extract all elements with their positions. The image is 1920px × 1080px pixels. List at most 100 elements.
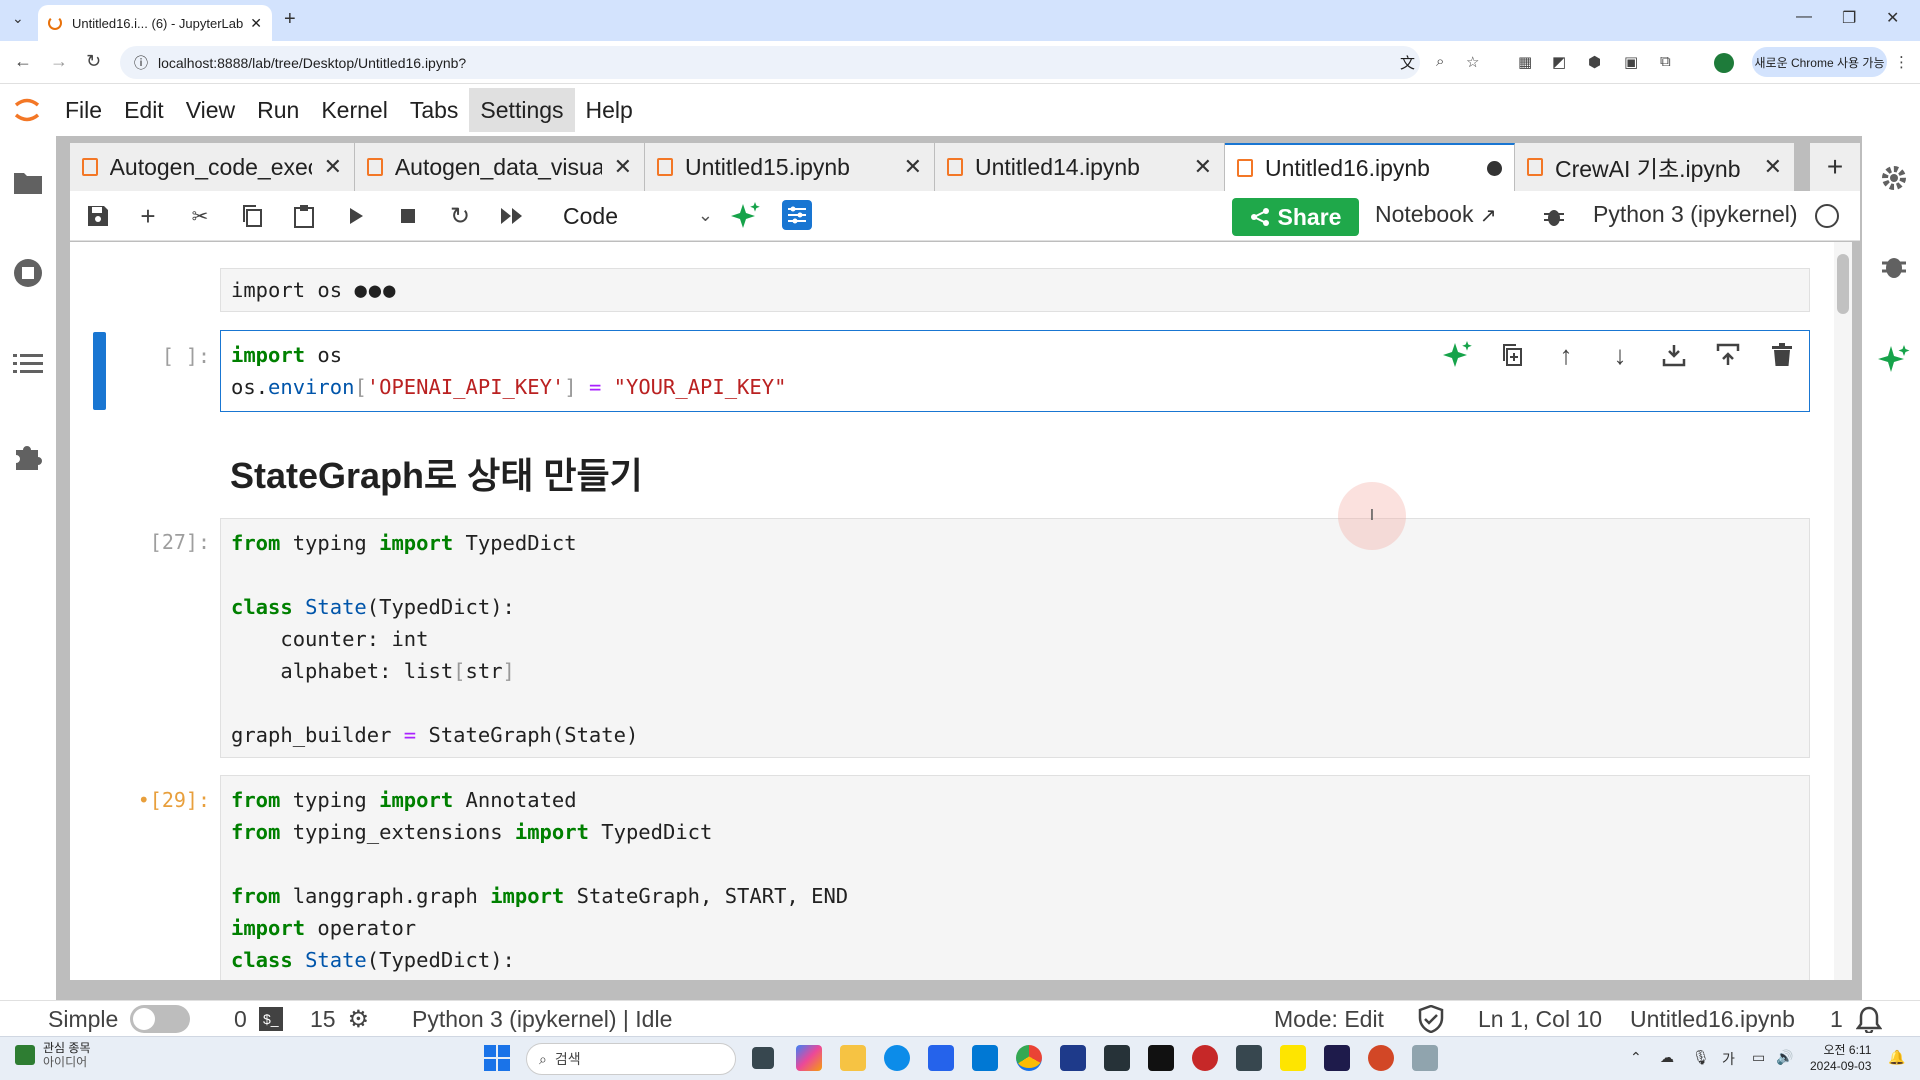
kernel-name[interactable]: Python 3 (ipykernel) bbox=[1593, 201, 1798, 228]
extension-icon[interactable]: ▦ bbox=[1518, 53, 1532, 71]
menu-tabs[interactable]: Tabs bbox=[399, 88, 470, 132]
extensions-puzzle-icon[interactable]: ⧉ bbox=[1660, 53, 1671, 70]
zoom-icon[interactable]: ⌕ bbox=[1436, 53, 1444, 70]
bell-icon[interactable] bbox=[1856, 1001, 1882, 1037]
cmd-icon[interactable] bbox=[1148, 1045, 1174, 1071]
extension-icon[interactable]: ◩ bbox=[1552, 53, 1566, 71]
minimize-icon[interactable]: — bbox=[1796, 8, 1812, 26]
extension-icon[interactable]: ⬢ bbox=[1588, 53, 1601, 71]
doc-tab-active[interactable]: Untitled16.ipynb bbox=[1225, 143, 1515, 191]
notification-bell-icon[interactable]: 🔔 bbox=[1888, 1049, 1905, 1066]
cell-type-dropdown[interactable]: Code ⌄ bbox=[563, 199, 713, 233]
notebook-scrollbar[interactable] bbox=[1834, 242, 1852, 980]
insert-below-icon[interactable] bbox=[1656, 337, 1692, 373]
delete-cell-icon[interactable] bbox=[1764, 337, 1800, 373]
cut-icon[interactable]: ✂ bbox=[184, 200, 216, 232]
run-all-icon[interactable] bbox=[496, 200, 528, 232]
task-view-icon[interactable] bbox=[752, 1047, 774, 1069]
close-icon[interactable]: ✕ bbox=[1194, 154, 1212, 180]
translate-icon[interactable]: 文 bbox=[1400, 52, 1415, 73]
close-tab-icon[interactable]: ✕ bbox=[250, 15, 262, 32]
move-down-icon[interactable]: ↓ bbox=[1602, 337, 1638, 373]
terminal-app-icon[interactable] bbox=[1104, 1045, 1130, 1071]
powerpoint-icon[interactable] bbox=[1368, 1045, 1394, 1071]
property-inspector-icon[interactable] bbox=[1876, 160, 1912, 196]
terminals-indicator[interactable]: 0 $_ bbox=[234, 1001, 283, 1037]
menu-help[interactable]: Help bbox=[575, 88, 644, 132]
add-cell-icon[interactable]: + bbox=[132, 200, 164, 232]
store-icon[interactable] bbox=[928, 1045, 954, 1071]
code-cell-29[interactable]: from typing import Annotated from typing… bbox=[220, 775, 1810, 980]
menu-view[interactable]: View bbox=[175, 88, 246, 132]
file-browser-icon[interactable] bbox=[10, 164, 46, 200]
premiere-icon[interactable] bbox=[1324, 1045, 1350, 1071]
app-icon[interactable] bbox=[1412, 1045, 1438, 1071]
close-icon[interactable]: ✕ bbox=[1764, 154, 1782, 180]
file-explorer-icon[interactable] bbox=[840, 1045, 866, 1071]
back-icon[interactable]: ← bbox=[14, 51, 32, 72]
kernel-status[interactable]: Python 3 (ipykernel) | Idle bbox=[412, 1001, 672, 1037]
new-launcher-button[interactable]: + bbox=[1810, 143, 1860, 191]
extension-icon[interactable]: ▣ bbox=[1624, 53, 1638, 71]
network-icon[interactable]: ▭ bbox=[1752, 1049, 1765, 1066]
profile-avatar[interactable] bbox=[1714, 53, 1734, 73]
move-up-icon[interactable]: ↑ bbox=[1548, 337, 1584, 373]
app-icon[interactable] bbox=[1060, 1045, 1086, 1071]
notification-count[interactable]: 1 bbox=[1830, 1001, 1843, 1037]
vscode-icon[interactable] bbox=[972, 1045, 998, 1071]
code-cell-27[interactable]: from typing import TypedDict class State… bbox=[220, 518, 1810, 758]
chrome-icon[interactable] bbox=[1016, 1045, 1042, 1071]
new-tab-icon[interactable]: + bbox=[284, 8, 296, 31]
interrupt-kernel-icon[interactable] bbox=[392, 200, 424, 232]
share-button[interactable]: Share bbox=[1232, 198, 1359, 236]
volume-icon[interactable]: 🔊 bbox=[1776, 1049, 1793, 1066]
menu-settings[interactable]: Settings bbox=[469, 88, 575, 132]
stock-widget[interactable]: 관심 종목 아이디어 bbox=[15, 1041, 91, 1069]
variable-inspector-icon[interactable] bbox=[782, 200, 812, 230]
debugger-icon[interactable] bbox=[1876, 248, 1912, 284]
trusted-shield-icon[interactable] bbox=[1418, 1001, 1444, 1037]
insert-above-icon[interactable] bbox=[1710, 337, 1746, 373]
system-clock[interactable]: 오전 6:11 2024-09-03 bbox=[1810, 1042, 1871, 1074]
kakaotalk-icon[interactable] bbox=[1280, 1045, 1306, 1071]
close-icon[interactable]: ✕ bbox=[324, 154, 342, 180]
doc-tab[interactable]: Untitled15.ipynb ✕ bbox=[645, 143, 935, 191]
debugger-toggle-icon[interactable] bbox=[1538, 200, 1570, 232]
browser-tab[interactable]: Untitled16.i... (6) - JupyterLab ✕ bbox=[38, 5, 272, 41]
running-sessions-icon[interactable] bbox=[10, 255, 46, 291]
copy-icon[interactable] bbox=[236, 200, 268, 232]
close-window-icon[interactable]: ✕ bbox=[1886, 8, 1899, 28]
doc-tab[interactable]: Autogen_code_exec ✕ bbox=[70, 143, 355, 191]
forward-icon[interactable]: → bbox=[50, 51, 68, 72]
menu-kernel[interactable]: Kernel bbox=[310, 88, 398, 132]
doc-tab[interactable]: Untitled14.ipynb ✕ bbox=[935, 143, 1225, 191]
open-notebook-button[interactable]: Notebook ↗ bbox=[1375, 201, 1497, 228]
run-cell-icon[interactable] bbox=[340, 200, 372, 232]
ai-sparkle-icon[interactable] bbox=[1440, 337, 1476, 373]
chrome-update-button[interactable]: 새로운 Chrome 사용 가능 bbox=[1752, 47, 1887, 77]
microphone-icon[interactable]: 🎙 bbox=[1692, 1049, 1710, 1066]
doc-tab[interactable]: Autogen_data_visua ✕ bbox=[355, 143, 645, 191]
kernels-indicator[interactable]: 15 ⚙ bbox=[310, 1001, 369, 1037]
doc-tab[interactable]: CrewAI 기초.ipynb ✕ bbox=[1515, 143, 1795, 191]
ai-sparkle-icon[interactable] bbox=[730, 200, 762, 232]
restore-icon[interactable]: ❐ bbox=[1842, 8, 1856, 28]
url-field[interactable]: ⓘ localhost:8888/lab/tree/Desktop/Untitl… bbox=[120, 46, 1420, 79]
unsaved-dot-icon[interactable] bbox=[1487, 160, 1502, 176]
tab-search-icon[interactable]: ⌄ bbox=[12, 10, 24, 27]
duplicate-cell-icon[interactable] bbox=[1494, 337, 1530, 373]
reload-icon[interactable]: ↻ bbox=[86, 51, 101, 72]
markdown-heading[interactable]: StateGraph로 상태 만들기 bbox=[230, 447, 643, 499]
paste-icon[interactable] bbox=[288, 200, 320, 232]
table-of-contents-icon[interactable] bbox=[10, 346, 46, 382]
cursor-position[interactable]: Ln 1, Col 10 bbox=[1478, 1001, 1602, 1037]
site-info-icon[interactable]: ⓘ bbox=[134, 53, 148, 73]
windows-start-icon[interactable] bbox=[484, 1045, 510, 1071]
tray-chevron-icon[interactable]: ⌃ bbox=[1630, 1049, 1642, 1066]
copilot-icon[interactable] bbox=[796, 1045, 822, 1071]
chrome-menu-icon[interactable]: ⋮ bbox=[1894, 53, 1909, 71]
close-icon[interactable]: ✕ bbox=[614, 154, 632, 180]
simple-mode-toggle[interactable] bbox=[130, 1005, 191, 1033]
edge-icon[interactable] bbox=[884, 1045, 910, 1071]
ai-assistant-icon[interactable] bbox=[1876, 342, 1912, 378]
